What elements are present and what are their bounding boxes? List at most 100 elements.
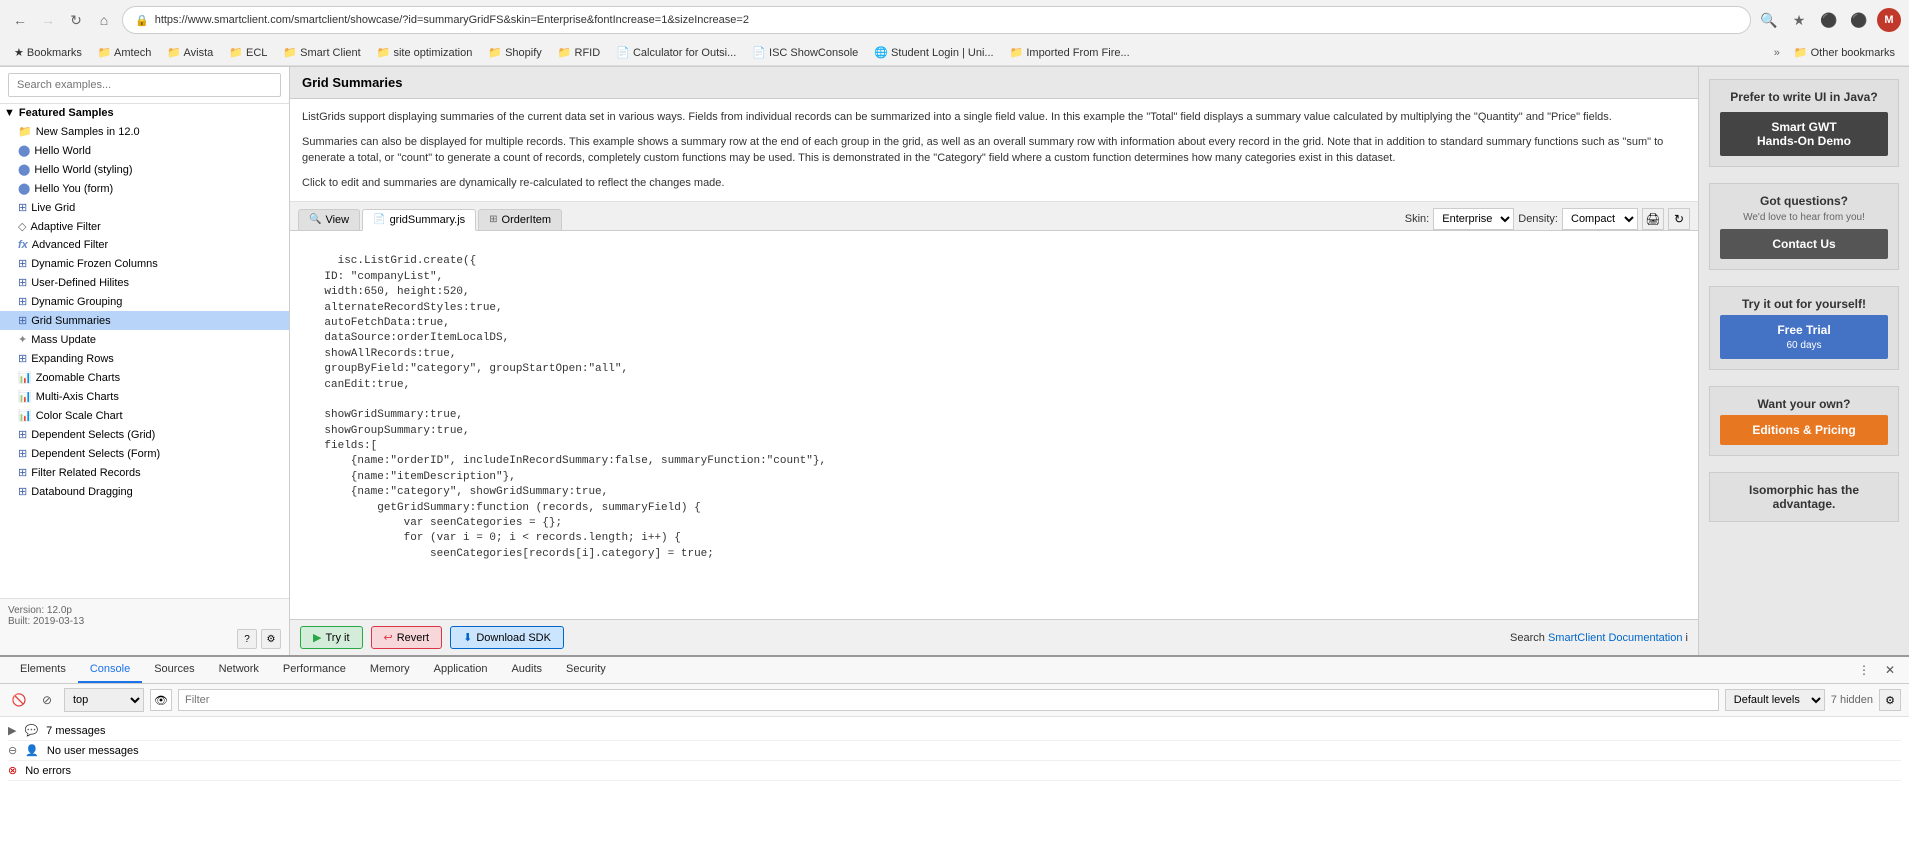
smart-gwt-button[interactable]: Smart GWTHands-On Demo	[1720, 112, 1888, 156]
bookmark-ecl[interactable]: 📁 ECL	[223, 44, 273, 61]
sidebar-item-label: Featured Samples	[19, 107, 114, 119]
bookmark-amtech[interactable]: 📁 Amtech	[92, 44, 157, 61]
extension-button-2[interactable]: ⚫	[1847, 8, 1871, 32]
free-trial-button[interactable]: Free Trial 60 days	[1720, 315, 1888, 359]
search-button[interactable]: 🔍	[1757, 8, 1781, 32]
help-button[interactable]: ?	[237, 629, 257, 649]
sidebar-item-hello-world[interactable]: ⬤ Hello World	[0, 141, 289, 160]
bookmark-isc[interactable]: 📄 ISC ShowConsole	[746, 44, 864, 61]
sidebar-item-mass-update[interactable]: ✦ Mass Update	[0, 330, 289, 349]
devtools-clear-button[interactable]: 🚫	[8, 689, 30, 711]
bookmark-avista[interactable]: 📁 Avista	[161, 44, 219, 61]
sidebar-item-label: Mass Update	[31, 334, 96, 346]
sidebar: ▼ Featured Samples 📁 New Samples in 12.0…	[0, 67, 290, 655]
sidebar-item-databound[interactable]: ⊞ Databound Dragging	[0, 482, 289, 501]
bookmark-siteopt[interactable]: 📁 site optimization	[371, 44, 479, 61]
sidebar-item-grid-summaries[interactable]: ⊞ Grid Summaries	[0, 311, 289, 330]
sidebar-item-expanding-rows[interactable]: ⊞ Expanding Rows	[0, 349, 289, 368]
questions-title: Got questions?	[1720, 194, 1888, 208]
back-button[interactable]: ←	[8, 8, 32, 32]
try-it-button[interactable]: ▶ Try it	[300, 626, 363, 649]
settings-button[interactable]: ⚙	[261, 629, 281, 649]
sidebar-item-featured[interactable]: ▼ Featured Samples	[0, 104, 289, 122]
devtools-context-select[interactable]: top	[64, 688, 144, 712]
download-button[interactable]: ⬇ Download SDK	[450, 626, 564, 649]
expand-icon[interactable]: ▶	[8, 724, 16, 737]
contact-us-button[interactable]: Contact Us	[1720, 229, 1888, 259]
revert-button[interactable]: ↩ Revert	[371, 626, 443, 649]
devtools-content: ▶ 💬 7 messages ⊖ 👤 No user messages ⊗ No…	[0, 717, 1909, 855]
devtools-tab-network[interactable]: Network	[207, 657, 271, 683]
bookmark-smartclient[interactable]: 📁 Smart Client	[277, 44, 366, 61]
sidebar-item-zoomable-charts[interactable]: 📊 Zoomable Charts	[0, 368, 289, 387]
devtools-filter-input[interactable]	[178, 689, 1719, 711]
devtools-tab-elements[interactable]: Elements	[8, 657, 78, 683]
forward-button[interactable]: →	[36, 8, 60, 32]
devtools-tab-sources[interactable]: Sources	[142, 657, 206, 683]
description-2: Summaries can also be displayed for mult…	[302, 134, 1686, 167]
content-header: Grid Summaries	[290, 67, 1698, 99]
address-bar[interactable]: 🔒 https://www.smartclient.com/smartclien…	[122, 6, 1751, 34]
skin-select[interactable]: Enterprise Tahoe Stratus Neptune Graphit…	[1433, 208, 1514, 230]
item-icon: ⬤	[18, 163, 30, 176]
error-icon: ⊗	[8, 764, 17, 777]
bookmark-other[interactable]: 📁 Other bookmarks	[1788, 44, 1901, 61]
devtools-close-button[interactable]: ✕	[1879, 659, 1901, 681]
devtools-tab-memory[interactable]: Memory	[358, 657, 422, 683]
bookmark-shopify[interactable]: 📁 Shopify	[482, 44, 547, 61]
folder-open-icon: ▼	[4, 107, 15, 119]
devtools-more-button[interactable]: ⋮	[1853, 659, 1875, 681]
sidebar-item-new-samples[interactable]: 📁 New Samples in 12.0	[0, 122, 289, 141]
sidebar-item-hello-world-styling[interactable]: ⬤ Hello World (styling)	[0, 160, 289, 179]
bookmark-imported[interactable]: 📁 Imported From Fire...	[1004, 44, 1136, 61]
sidebar-item-hello-you[interactable]: ⬤ Hello You (form)	[0, 179, 289, 198]
bookmarks-more[interactable]: »	[1770, 45, 1784, 61]
tab-view[interactable]: 🔍 View	[298, 209, 360, 230]
search-input[interactable]	[8, 73, 281, 97]
devtools-tab-audits[interactable]: Audits	[499, 657, 554, 683]
bookmark-student[interactable]: 🌐 Student Login | Uni...	[868, 44, 999, 61]
tab-gridsummary-label: gridSummary.js	[390, 214, 466, 226]
sidebar-item-dependent-grid[interactable]: ⊞ Dependent Selects (Grid)	[0, 425, 289, 444]
bookmark-rfid[interactable]: 📁 RFID	[552, 44, 606, 61]
code-area[interactable]: isc.ListGrid.create({ ID: "companyList",…	[290, 231, 1698, 619]
devtools-tab-performance[interactable]: Performance	[271, 657, 358, 683]
sidebar-item-live-grid[interactable]: ⊞ Live Grid	[0, 198, 289, 217]
devtools-tab-application[interactable]: Application	[422, 657, 500, 683]
tab-orderitem[interactable]: ⊞ OrderItem	[478, 209, 562, 230]
refresh-button[interactable]: ↻	[1668, 208, 1690, 230]
minus-icon[interactable]: ⊖	[8, 744, 17, 757]
devtools-gear-button[interactable]: ⚙	[1879, 689, 1901, 711]
sidebar-item-filter-related[interactable]: ⊞ Filter Related Records	[0, 463, 289, 482]
sidebar-item-user-hilites[interactable]: ⊞ User-Defined Hilites	[0, 273, 289, 292]
sidebar-item-multi-axis[interactable]: 📊 Multi-Axis Charts	[0, 387, 289, 406]
sidebar-item-dependent-form[interactable]: ⊞ Dependent Selects (Form)	[0, 444, 289, 463]
home-button[interactable]: ⌂	[92, 8, 116, 32]
sidebar-item-label: Hello World (styling)	[34, 164, 132, 176]
devtools-tab-console[interactable]: Console	[78, 657, 142, 683]
editions-button[interactable]: Editions & Pricing	[1720, 415, 1888, 445]
devtools-stop-button[interactable]: ⊘	[36, 689, 58, 711]
build-text: Built: 2019-03-13	[8, 616, 281, 627]
search-docs-link[interactable]: SmartClient Documentation	[1548, 632, 1683, 644]
grid-icon: ⊞	[18, 428, 27, 441]
density-select[interactable]: Compact Medium Spacious	[1562, 208, 1638, 230]
bookmark-star-button[interactable]: ★	[1787, 8, 1811, 32]
tab-controls: Skin: Enterprise Tahoe Stratus Neptune G…	[1405, 208, 1690, 230]
sidebar-item-color-scale[interactable]: 📊 Color Scale Chart	[0, 406, 289, 425]
sidebar-item-advanced-filter[interactable]: fx Advanced Filter	[0, 236, 289, 254]
profile-button[interactable]: M	[1877, 8, 1901, 32]
print-button[interactable]: 🖨	[1642, 208, 1664, 230]
bookmark-calculator[interactable]: 📄 Calculator for Outsi...	[610, 44, 742, 61]
extension-button[interactable]: ⚫	[1817, 8, 1841, 32]
reload-button[interactable]: ↻	[64, 8, 88, 32]
devtools-log-level[interactable]: Default levels	[1725, 689, 1825, 711]
bookmark-star[interactable]: ★ Bookmarks	[8, 44, 88, 61]
sidebar-item-dynamic-frozen[interactable]: ⊞ Dynamic Frozen Columns	[0, 254, 289, 273]
sidebar-item-label: Filter Related Records	[31, 467, 140, 479]
sidebar-item-adaptive-filter[interactable]: ◇ Adaptive Filter	[0, 217, 289, 236]
devtools-eye-button[interactable]: 👁	[150, 689, 172, 711]
sidebar-item-dynamic-grouping[interactable]: ⊞ Dynamic Grouping	[0, 292, 289, 311]
devtools-tab-security[interactable]: Security	[554, 657, 618, 683]
tab-gridsummary[interactable]: 📄 gridSummary.js	[362, 209, 476, 231]
